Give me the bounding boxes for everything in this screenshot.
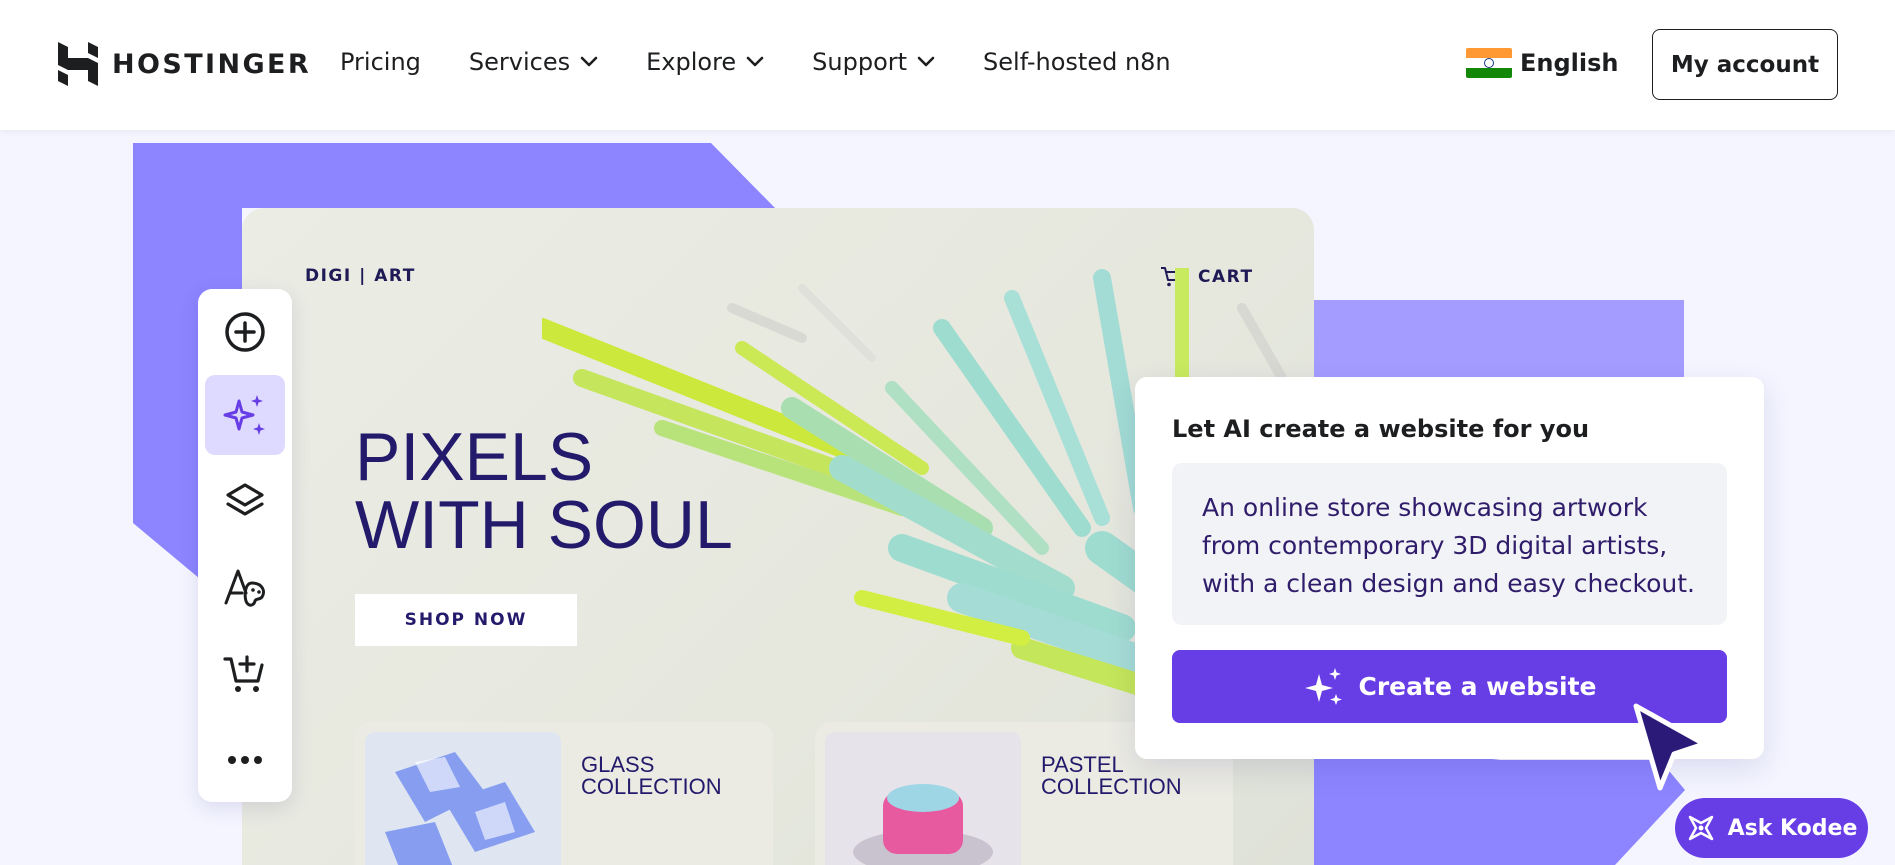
main-nav: Pricing Services Explore Support Self-ho… <box>340 48 1171 76</box>
hero-title: PIXELS WITH SOUL <box>355 423 733 559</box>
collection-title-line: GLASS <box>581 752 655 777</box>
mouse-pointer-icon <box>1633 703 1707 791</box>
chevron-down-icon <box>580 56 598 67</box>
hostinger-logo-icon <box>58 42 98 86</box>
collection-card-glass: GLASS COLLECTION <box>355 722 773 865</box>
kodee-assistant-icon <box>1688 815 1713 841</box>
ai-sparkle-icon <box>223 395 265 435</box>
more-options-button[interactable] <box>205 720 285 800</box>
store-button[interactable] <box>205 634 285 714</box>
hero-title-line: WITH SOUL <box>355 487 733 563</box>
glass-collection-image <box>365 732 561 865</box>
layers-icon <box>226 483 264 516</box>
shop-now-button: SHOP NOW <box>355 594 577 646</box>
brand-name: HOSTINGER <box>112 48 312 80</box>
my-account-button[interactable]: My account <box>1652 29 1838 100</box>
nav-label: Self-hosted n8n <box>983 48 1171 76</box>
add-element-button[interactable] <box>205 292 285 372</box>
language-selector[interactable]: English <box>1466 48 1618 78</box>
ai-sparkle-icon <box>1304 667 1342 705</box>
ask-kodee-button[interactable]: Ask Kodee <box>1675 798 1868 858</box>
nav-label: Support <box>812 48 908 76</box>
editor-toolbar <box>198 289 292 802</box>
india-flag-icon <box>1466 48 1512 78</box>
nav-label: Explore <box>646 48 737 76</box>
add-icon <box>225 312 265 352</box>
collection-title-line: COLLECTION <box>1041 774 1182 799</box>
hero-title-line: PIXELS <box>355 419 594 495</box>
collection-title-line: COLLECTION <box>581 774 722 799</box>
hostinger-logo[interactable]: HOSTINGER <box>58 42 311 86</box>
add-to-cart-icon <box>223 655 264 692</box>
nav-self-hosted-n8n[interactable]: Self-hosted n8n <box>983 48 1171 76</box>
typography-palette-icon <box>224 569 266 607</box>
chevron-down-icon <box>746 56 764 67</box>
pastel-collection-image <box>825 732 1021 865</box>
site-header: HOSTINGER Pricing Services Explore Suppo… <box>0 0 1895 130</box>
styles-button[interactable] <box>205 548 285 628</box>
language-label: English <box>1520 49 1619 77</box>
mock-brand-name: DIGI | ART <box>305 266 416 286</box>
ai-tools-button[interactable] <box>205 375 285 455</box>
ai-panel-title: Let AI create a website for you <box>1172 415 1590 443</box>
collection-title: PASTEL COLLECTION <box>1041 754 1182 798</box>
nav-label: Services <box>468 48 571 76</box>
nav-explore[interactable]: Explore <box>646 48 764 76</box>
ask-kodee-label: Ask Kodee <box>1727 815 1858 841</box>
create-website-label: Create a website <box>1358 672 1597 701</box>
more-icon <box>228 756 262 764</box>
nav-pricing[interactable]: Pricing <box>340 48 421 76</box>
nav-support[interactable]: Support <box>812 48 935 76</box>
chevron-down-icon <box>917 56 935 67</box>
nav-label: Pricing <box>340 48 421 76</box>
ai-prompt-field[interactable]: An online store showcasing artwork from … <box>1172 463 1727 625</box>
collection-title: GLASS COLLECTION <box>581 754 722 798</box>
layers-button[interactable] <box>205 462 285 542</box>
nav-services[interactable]: Services <box>469 48 598 76</box>
